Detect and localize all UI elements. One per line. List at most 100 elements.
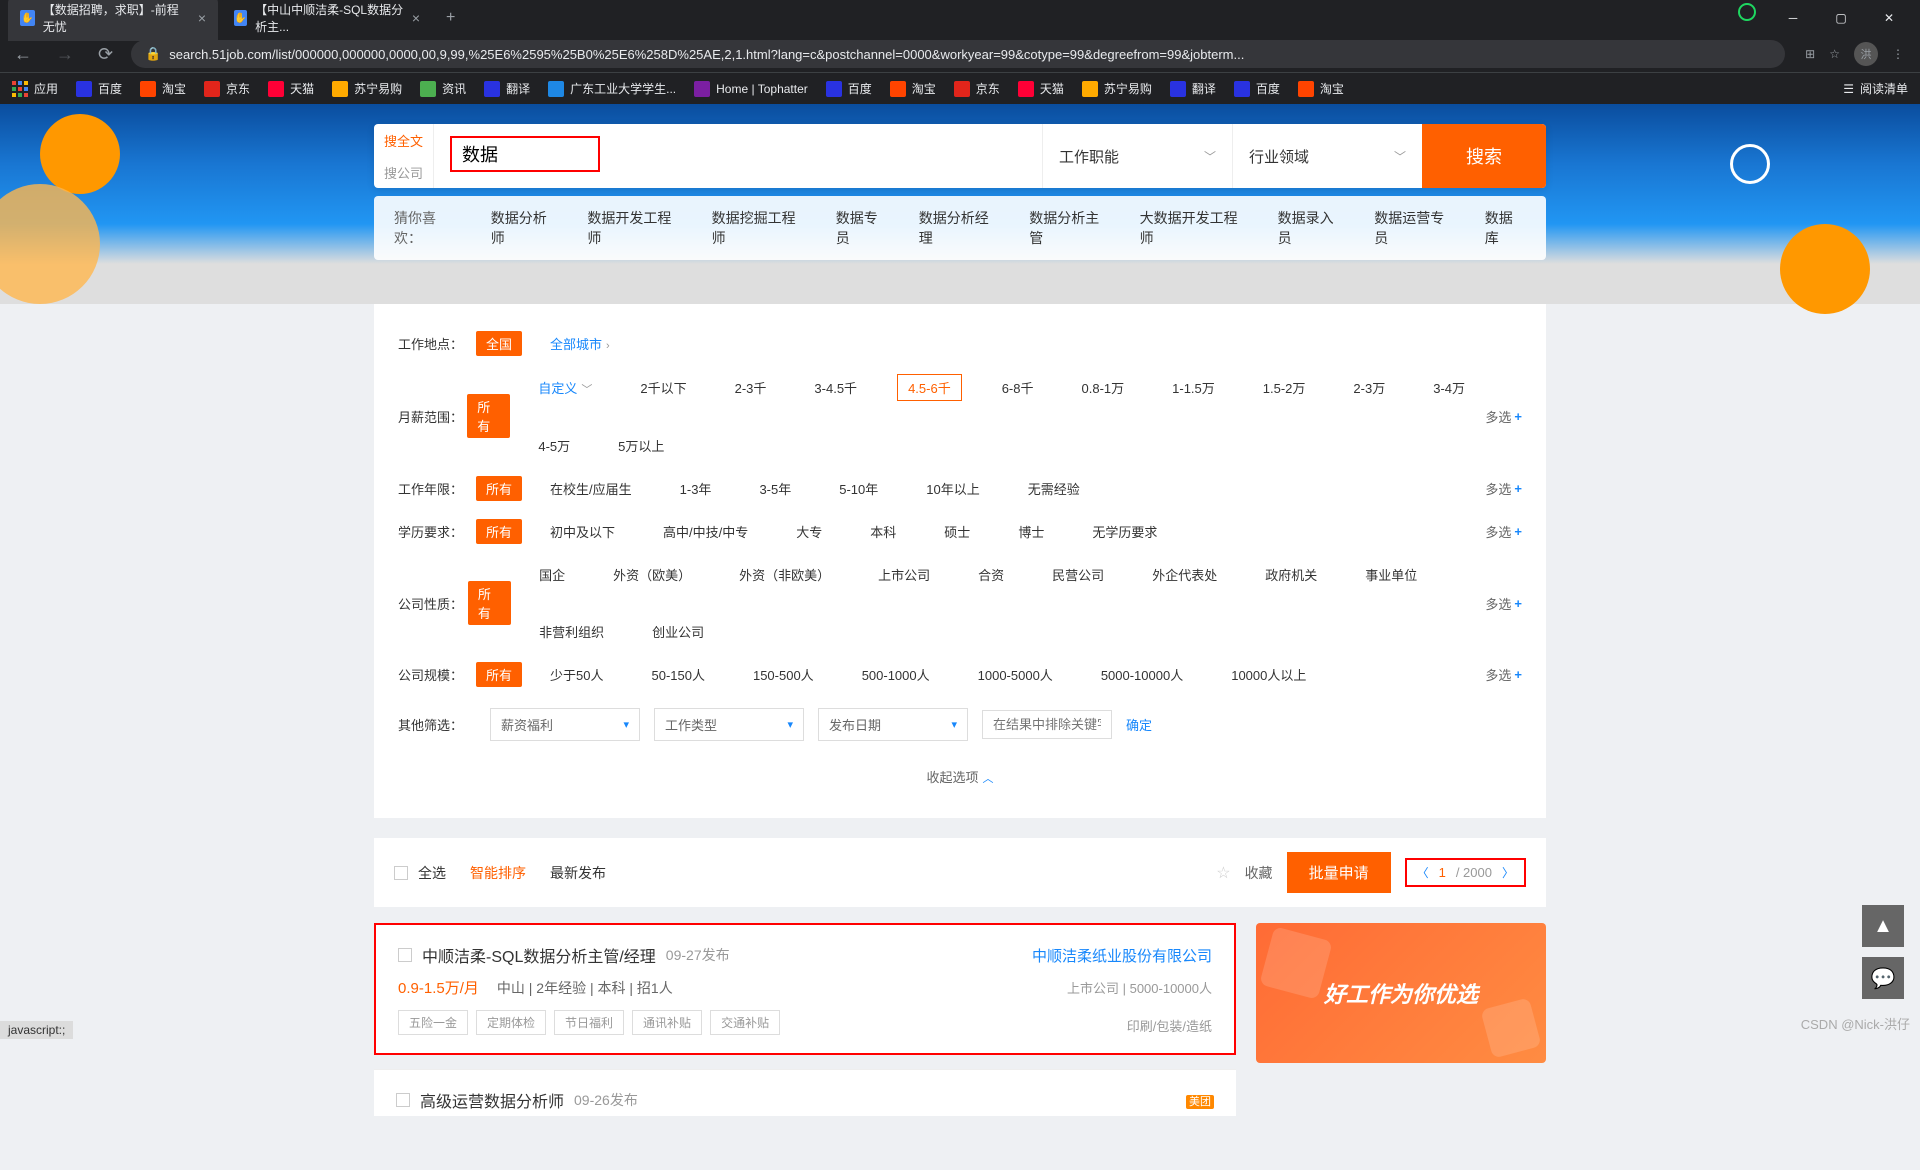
new-tab-button[interactable]: + bbox=[436, 9, 465, 27]
bookmark-jd2[interactable]: 京东 bbox=[954, 80, 1000, 97]
close-icon[interactable]: × bbox=[412, 10, 420, 26]
suggest-link[interactable]: 数据分析主管 bbox=[1029, 208, 1111, 248]
welfare-dropdown[interactable]: 薪资福利▾ bbox=[490, 708, 640, 741]
filter-city-link[interactable]: 全部城市› bbox=[542, 331, 618, 356]
filter-option[interactable]: 高中/中技/中专 bbox=[655, 519, 756, 544]
suggest-link[interactable]: 数据录入员 bbox=[1278, 208, 1347, 248]
job-function-dropdown[interactable]: 工作职能﹀ bbox=[1042, 124, 1232, 188]
browser-tab-2[interactable]: ✋ 【中山中顺洁柔-SQL数据分析主... × bbox=[222, 0, 432, 41]
maximize-button[interactable]: ▢ bbox=[1818, 3, 1864, 33]
filter-option[interactable]: 非营利组织 bbox=[531, 619, 612, 644]
menu-icon[interactable]: ⋮ bbox=[1892, 47, 1904, 61]
side-advertisement[interactable]: 好工作为你优选 bbox=[1256, 923, 1546, 1063]
suggest-link[interactable]: 数据分析经理 bbox=[919, 208, 1001, 248]
suggest-link[interactable]: 数据运营专员 bbox=[1374, 208, 1456, 248]
multi-select-button[interactable]: 多选+ bbox=[1485, 407, 1522, 426]
close-window-button[interactable]: ✕ bbox=[1866, 3, 1912, 33]
filter-option[interactable]: 2-3千 bbox=[727, 375, 775, 400]
filter-option[interactable]: 1.5-2万 bbox=[1255, 375, 1314, 400]
suggest-link[interactable]: 数据专员 bbox=[836, 208, 891, 248]
tab-search-fulltext[interactable]: 搜全文 bbox=[374, 124, 433, 156]
job-card[interactable]: 高级运营数据分析师 09-26发布 美团 bbox=[374, 1069, 1236, 1116]
filter-option[interactable]: 无需经验 bbox=[1020, 476, 1088, 501]
feedback-button[interactable]: 💬 bbox=[1862, 957, 1904, 999]
filter-option[interactable]: 硕士 bbox=[936, 519, 978, 544]
search-button[interactable]: 搜索 bbox=[1422, 124, 1546, 188]
reading-list-button[interactable]: ☰阅读清单 bbox=[1843, 80, 1908, 97]
filter-option[interactable]: 4-5万 bbox=[530, 433, 578, 458]
sort-latest[interactable]: 最新发布 bbox=[550, 863, 606, 883]
filter-option[interactable]: 5万以上 bbox=[610, 433, 672, 458]
filter-option[interactable]: 3-4.5千 bbox=[806, 375, 865, 400]
bookmark-zixun[interactable]: 资讯 bbox=[420, 80, 466, 97]
collapse-filters-button[interactable]: 收起选项︿ bbox=[398, 753, 1522, 800]
filter-option[interactable]: 3-4万 bbox=[1425, 375, 1473, 400]
filter-option[interactable]: 少于50人 bbox=[542, 662, 611, 687]
filter-option[interactable]: 2千以下 bbox=[632, 375, 694, 400]
browser-tab-1[interactable]: ✋ 【数据招聘，求职】-前程无忧 × bbox=[8, 0, 218, 41]
apps-shortcut[interactable]: 应用 bbox=[12, 80, 58, 97]
filter-option[interactable]: 无学历要求 bbox=[1084, 519, 1165, 544]
next-page-button[interactable]: 〉 bbox=[1502, 864, 1514, 881]
filter-tag-all[interactable]: 所有 bbox=[476, 662, 522, 687]
favorite-button[interactable]: 收藏 bbox=[1245, 863, 1273, 883]
batch-apply-button[interactable]: 批量申请 bbox=[1287, 852, 1391, 893]
job-checkbox[interactable] bbox=[396, 1093, 410, 1107]
pubdate-dropdown[interactable]: 发布日期▾ bbox=[818, 708, 968, 741]
filter-option[interactable]: 50-150人 bbox=[643, 662, 712, 687]
filter-option[interactable]: 500-1000人 bbox=[854, 662, 938, 687]
bookmark-tmall[interactable]: 天猫 bbox=[268, 80, 314, 97]
filter-option[interactable]: 10年以上 bbox=[918, 476, 987, 501]
bookmark-fanyi[interactable]: 翻译 bbox=[484, 80, 530, 97]
reload-button[interactable]: ⟳ bbox=[92, 40, 119, 69]
filter-option[interactable]: 博士 bbox=[1010, 519, 1052, 544]
bookmark-suning[interactable]: 苏宁易购 bbox=[332, 80, 402, 97]
bookmark-baidu[interactable]: 百度 bbox=[76, 80, 122, 97]
suggest-link[interactable]: 数据分析师 bbox=[491, 208, 560, 248]
suggest-link[interactable]: 数据挖掘工程师 bbox=[712, 208, 808, 248]
filter-tag-all[interactable]: 全国 bbox=[476, 331, 522, 356]
filter-option[interactable]: 合资 bbox=[970, 562, 1012, 587]
bookmark-baidu3[interactable]: 百度 bbox=[1234, 80, 1280, 97]
bookmark-tophatter[interactable]: Home | Tophatter bbox=[694, 81, 808, 97]
bookmark-taobao2[interactable]: 淘宝 bbox=[890, 80, 936, 97]
filter-option-highlighted[interactable]: 4.5-6千 bbox=[897, 374, 962, 401]
filter-option[interactable]: 5000-10000人 bbox=[1093, 662, 1191, 687]
filter-option[interactable]: 外资（欧美） bbox=[605, 562, 699, 587]
filter-option[interactable]: 1-1.5万 bbox=[1164, 375, 1223, 400]
filter-option[interactable]: 0.8-1万 bbox=[1074, 375, 1133, 400]
url-input[interactable]: 🔒 search.51job.com/list/000000,000000,00… bbox=[131, 40, 1785, 68]
prev-page-button[interactable]: 〈 bbox=[1417, 864, 1429, 881]
bookmark-taobao3[interactable]: 淘宝 bbox=[1298, 80, 1344, 97]
scroll-top-button[interactable]: ▲ bbox=[1862, 905, 1904, 947]
confirm-button[interactable]: 确定 bbox=[1126, 715, 1152, 734]
minimize-button[interactable]: ─ bbox=[1770, 3, 1816, 33]
company-link[interactable]: 中顺洁柔纸业股份有限公司 bbox=[1032, 945, 1212, 966]
filter-tag-all[interactable]: 所有 bbox=[467, 394, 510, 438]
close-icon[interactable]: × bbox=[198, 10, 206, 26]
filter-salary-custom[interactable]: 自定义﹀ bbox=[530, 375, 600, 400]
bookmark-taobao[interactable]: 淘宝 bbox=[140, 80, 186, 97]
bookmark-fanyi2[interactable]: 翻译 bbox=[1170, 80, 1216, 97]
worktype-dropdown[interactable]: 工作类型▾ bbox=[654, 708, 804, 741]
bookmark-star-icon[interactable]: ☆ bbox=[1829, 47, 1840, 61]
filter-option[interactable]: 大专 bbox=[788, 519, 830, 544]
select-all-checkbox[interactable] bbox=[394, 866, 408, 880]
tab-search-company[interactable]: 搜公司 bbox=[374, 156, 433, 188]
filter-option[interactable]: 1-3年 bbox=[672, 476, 720, 501]
translate-icon[interactable]: ⊞ bbox=[1805, 47, 1815, 61]
filter-option[interactable]: 本科 bbox=[862, 519, 904, 544]
filter-option[interactable]: 6-8千 bbox=[994, 375, 1042, 400]
multi-select-button[interactable]: 多选+ bbox=[1485, 594, 1522, 613]
bookmark-gdut[interactable]: 广东工业大学学生... bbox=[548, 80, 676, 97]
filter-option[interactable]: 初中及以下 bbox=[542, 519, 623, 544]
forward-button[interactable]: → bbox=[50, 40, 80, 69]
bookmark-baidu2[interactable]: 百度 bbox=[826, 80, 872, 97]
filter-option[interactable]: 民营公司 bbox=[1044, 562, 1112, 587]
filter-option[interactable]: 事业单位 bbox=[1357, 562, 1425, 587]
suggest-link[interactable]: 数据开发工程师 bbox=[587, 208, 683, 248]
multi-select-button[interactable]: 多选+ bbox=[1485, 522, 1522, 541]
filter-tag-all[interactable]: 所有 bbox=[468, 581, 511, 625]
multi-select-button[interactable]: 多选+ bbox=[1485, 479, 1522, 498]
filter-option[interactable]: 5-10年 bbox=[831, 476, 886, 501]
